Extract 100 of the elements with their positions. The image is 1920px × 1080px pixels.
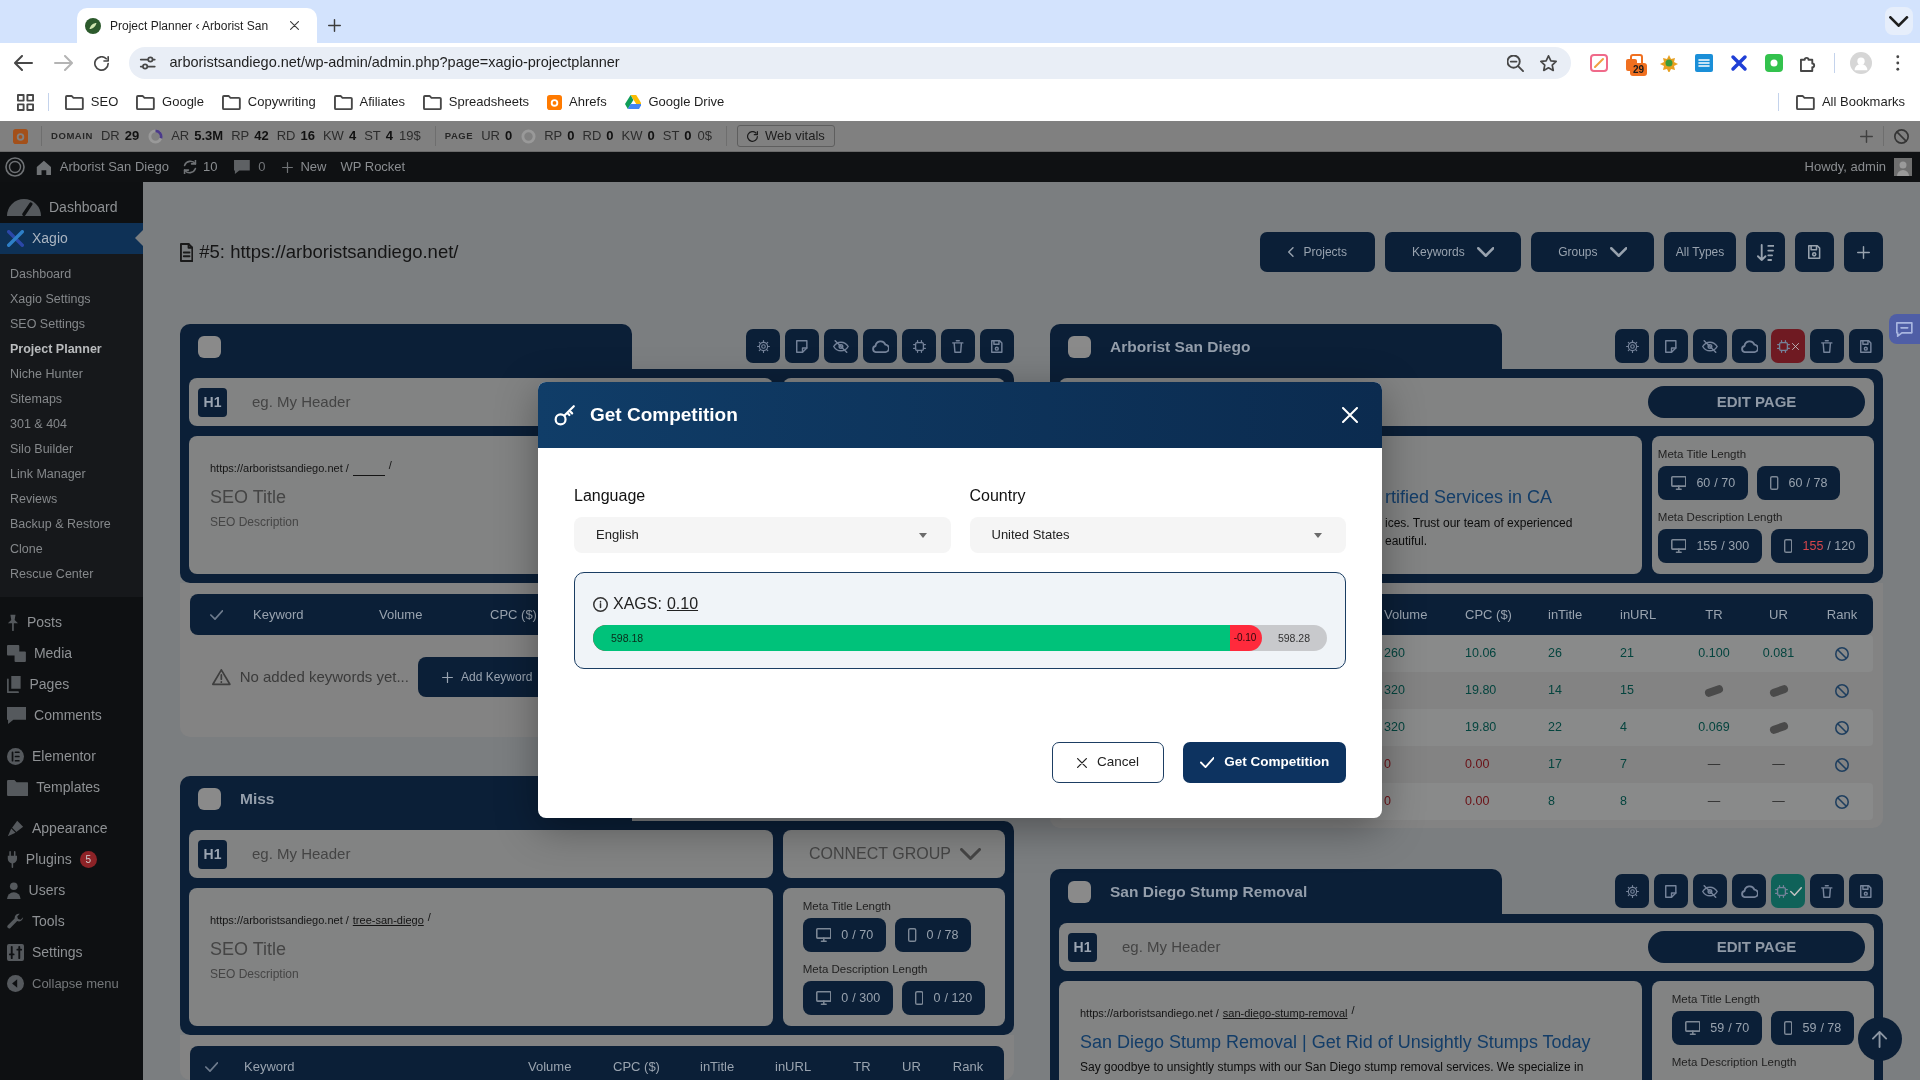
site-name-link[interactable]: Arborist San Diego xyxy=(36,157,169,177)
sort-button[interactable] xyxy=(1746,232,1785,272)
zoom-icon[interactable] xyxy=(1507,54,1524,72)
cross-logo-icon[interactable] xyxy=(1730,54,1748,72)
sidebar-item[interactable]: Tools xyxy=(0,906,143,937)
dropdown-field[interactable]: English xyxy=(574,517,951,553)
visibility-button[interactable] xyxy=(1693,874,1727,908)
circle-logo-icon[interactable] xyxy=(5,157,25,177)
sidebar-item[interactable]: Elementor xyxy=(0,741,143,772)
delete-button[interactable] xyxy=(941,329,975,363)
submenu-item[interactable]: Rescue Center xyxy=(0,562,143,587)
submenu-item[interactable]: Reviews xyxy=(0,487,143,512)
cloud-button[interactable] xyxy=(1732,874,1766,908)
note-button[interactable] xyxy=(785,329,819,363)
updates-link[interactable]: 10 xyxy=(182,157,218,177)
checkbox[interactable] xyxy=(198,335,221,358)
new-tab-icon[interactable] xyxy=(328,19,341,32)
save-button[interactable] xyxy=(980,329,1014,363)
new-content-link[interactable]: New xyxy=(282,157,327,177)
submenu-item[interactable]: Sitemaps xyxy=(0,387,143,412)
ai-check-button[interactable] xyxy=(1771,329,1805,363)
cloud-button[interactable] xyxy=(1732,329,1766,363)
dropdown-button[interactable]: Groups xyxy=(1531,232,1654,272)
ai-check-button[interactable] xyxy=(902,329,936,363)
visibility-button[interactable] xyxy=(1693,329,1727,363)
slug-link[interactable]: tree-san-diego xyxy=(352,911,424,928)
sidebar-item[interactable]: Xagio xyxy=(0,223,143,254)
plus-icon[interactable] xyxy=(1860,129,1873,143)
square-logo-icon[interactable] xyxy=(1590,54,1608,72)
back-icon[interactable] xyxy=(14,55,34,71)
plugin-menu-link[interactable]: WP Rocket xyxy=(340,157,406,177)
cancel-button[interactable]: Cancel xyxy=(1052,742,1164,783)
tab-search-button[interactable] xyxy=(1885,7,1913,35)
add-button[interactable] xyxy=(1844,232,1883,272)
submenu-item[interactable]: Backup & Restore xyxy=(0,512,143,537)
header-field[interactable]: H1 eg. My Header xyxy=(189,830,773,878)
settings-button[interactable] xyxy=(746,329,780,363)
settings-button[interactable] xyxy=(1615,874,1649,908)
starburst-icon[interactable] xyxy=(1660,54,1678,72)
projects-button[interactable]: Projects xyxy=(1259,232,1375,272)
sidebar-item[interactable]: Posts xyxy=(0,607,143,638)
sidebar-item[interactable]: Plugins 5 xyxy=(0,844,143,875)
sidebar-item[interactable]: Users xyxy=(0,875,143,906)
more-icon[interactable] xyxy=(1896,55,1900,71)
sidebar-item[interactable]: Media xyxy=(0,638,143,669)
submenu-item[interactable]: 301 & 404 xyxy=(0,412,143,437)
slug-link[interactable]: san-diego-stump-removal xyxy=(1222,1004,1348,1021)
sidebar-item[interactable]: Templates xyxy=(0,772,143,803)
close-icon[interactable] xyxy=(290,21,299,30)
delete-button[interactable] xyxy=(1810,329,1844,363)
settings-button[interactable] xyxy=(1615,329,1649,363)
checkbox[interactable] xyxy=(198,787,221,810)
bookmark-link[interactable]: Afiliates xyxy=(333,92,406,112)
sidebar-item[interactable]: Comments xyxy=(0,700,143,731)
submenu-item[interactable]: Link Manager xyxy=(0,462,143,487)
bookmark-star-icon[interactable] xyxy=(1540,54,1557,72)
apps-grid-icon[interactable] xyxy=(17,93,34,111)
save-button[interactable] xyxy=(1849,874,1883,908)
header-input[interactable]: eg. My Header xyxy=(252,842,764,866)
puzzle-icon[interactable] xyxy=(1800,54,1817,72)
submenu-item[interactable]: SEO Settings xyxy=(0,312,143,337)
account-menu[interactable]: Howdy, admin xyxy=(1804,157,1912,177)
submenu-item[interactable]: Clone xyxy=(0,537,143,562)
bookmark-link[interactable]: Google Drive xyxy=(624,92,725,112)
submenu-item[interactable]: Niche Hunter xyxy=(0,362,143,387)
address-bar[interactable]: arboristsandiego.net/wp-admin/admin.php?page=xagio-projectplanner xyxy=(129,47,1571,79)
bookmark-link[interactable]: All Bookmarks xyxy=(1796,92,1905,112)
collapse-menu-button[interactable]: Collapse menu xyxy=(0,968,143,999)
checkbox[interactable] xyxy=(1068,335,1091,358)
note-button[interactable] xyxy=(1654,329,1688,363)
sidebar-item[interactable]: Pages xyxy=(0,669,143,700)
note-button[interactable] xyxy=(1654,874,1688,908)
rounded-tile-icon[interactable] xyxy=(1765,54,1783,72)
bookmark-link[interactable]: Copywriting xyxy=(222,92,316,112)
confirm-button[interactable]: Get Competition xyxy=(1183,742,1346,783)
info-icon[interactable] xyxy=(593,596,608,612)
header-input[interactable]: eg. My Header xyxy=(1122,935,1385,959)
select-all-icon[interactable] xyxy=(205,1061,219,1072)
seo-description-field[interactable]: Say goodbye to unsightly stumps with our San Diego stump removal services. We specialize in xyxy=(1080,1059,1584,1075)
submenu-item[interactable]: Dashboard xyxy=(0,262,143,287)
dropdown-button[interactable]: Keywords xyxy=(1384,232,1522,272)
chat-button[interactable] xyxy=(1889,314,1920,344)
ai-check-button[interactable] xyxy=(1771,874,1805,908)
submenu-item[interactable]: Silo Builder xyxy=(0,437,143,462)
submenu-item[interactable]: Xagio Settings xyxy=(0,287,143,312)
edit-page-button[interactable]: EDIT PAGE xyxy=(1648,386,1865,418)
bookmark-link[interactable]: Ahrefs xyxy=(547,92,607,112)
submenu-item[interactable]: Project Planner xyxy=(0,337,143,362)
score-value-link[interactable]: 0.10 xyxy=(666,592,699,616)
reload-icon[interactable] xyxy=(94,55,109,71)
bookmark-link[interactable]: Spreadsheets xyxy=(423,92,530,112)
bookmark-link[interactable]: SEO xyxy=(65,92,119,112)
web-vitals-button[interactable]: Web vitals xyxy=(737,125,835,147)
blocked-icon[interactable] xyxy=(1894,128,1909,144)
sidebar-item[interactable]: Dashboard xyxy=(0,192,143,223)
cloud-button[interactable] xyxy=(863,329,897,363)
striped-tile-icon[interactable] xyxy=(1695,54,1713,72)
sidebar-item[interactable]: Settings xyxy=(0,937,143,968)
checkbox[interactable] xyxy=(1068,880,1091,903)
sidebar-item[interactable]: Appearance xyxy=(0,813,143,844)
